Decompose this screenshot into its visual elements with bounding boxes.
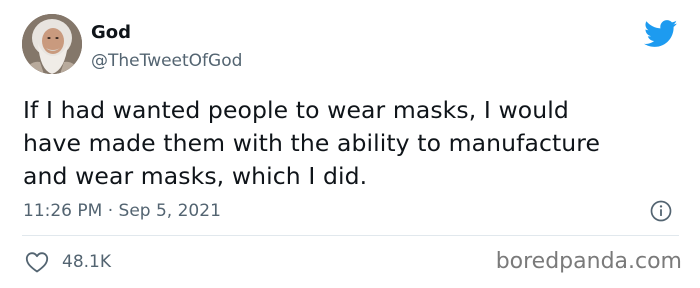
watermark: boredpanda.com <box>495 249 682 274</box>
tweet-date: Sep 5, 2021 <box>118 201 221 221</box>
heart-outline-icon <box>25 252 49 273</box>
author-display-name[interactable]: God <box>91 22 131 44</box>
like-button[interactable]: 48.1K <box>25 249 111 275</box>
bearded-man-avatar-icon <box>22 14 82 74</box>
tweet-text-line: and wear masks, which I did. <box>23 162 368 190</box>
twitter-bird-icon[interactable] <box>644 20 678 48</box>
like-count: 48.1K <box>62 252 111 272</box>
tweet-text: If I had wanted people to wear masks, I … <box>23 94 683 193</box>
tweet-text-line: have made them with the ability to manuf… <box>23 129 601 157</box>
tweet-time: 11:26 PM <box>23 201 103 221</box>
author-handle[interactable]: @TheTweetOfGod <box>91 50 242 72</box>
divider <box>22 235 679 236</box>
tweet-text-line: If I had wanted people to wear masks, I … <box>23 96 569 124</box>
info-circle-icon[interactable] <box>649 199 673 223</box>
meta-separator: · <box>107 201 114 221</box>
avatar[interactable] <box>22 14 82 74</box>
tweet-timestamp[interactable]: 11:26 PM · Sep 5, 2021 <box>23 200 221 222</box>
tweet-card: God @TheTweetOfGod If I had wanted peopl… <box>0 0 700 288</box>
